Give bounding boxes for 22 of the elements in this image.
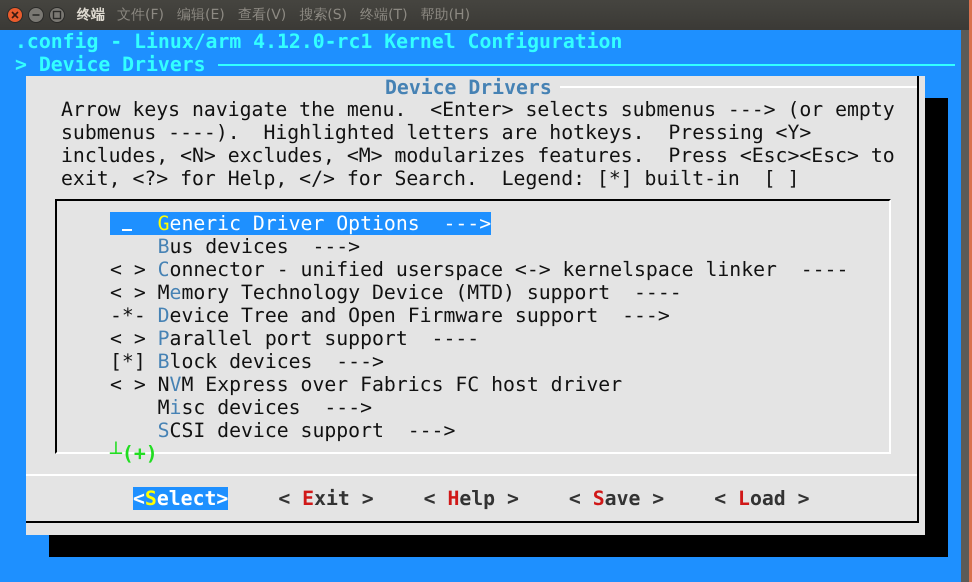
menu-option[interactable]: [*] Block devices ---> — [110, 350, 384, 373]
menu-option[interactable]: SCSI device support ---> — [110, 419, 456, 442]
breadcrumb: > Device Drivers — [15, 53, 206, 76]
minimize-icon[interactable] — [28, 7, 44, 23]
config-title: .config - Linux/arm 4.12.0-rc1 Kernel Configuration — [15, 30, 624, 53]
more-indicator: ┴(+) — [110, 442, 158, 465]
menu-option[interactable]: < > Parallel port support ---- — [110, 327, 480, 350]
menu-option[interactable]: Misc devices ---> — [110, 396, 372, 419]
help-text: Arrow keys navigate the menu. <Enter> selects submenus ---> (or empty submenus ----). Highlighted letters are hotkeys. Pressing <Y> includes, <N> excludes, <M> modularizes features. Press <Esc><Esc> to exit, <?> for Help, </> for Search. Legend: [*] built-in [ ] — [61, 98, 896, 190]
menu-option[interactable]: -*- Device Tree and Open Firmware support ---> — [110, 304, 670, 327]
maximize-icon[interactable] — [49, 7, 65, 23]
dialog-button[interactable]: < Save > — [568, 487, 664, 510]
window-title: 终端 — [77, 6, 105, 24]
menu-option[interactable]: < > Connector - unified userspace <-> kernelspace linker ---- — [110, 258, 848, 281]
menu-option[interactable]: < > NVM Express over Fabrics FC host driver — [110, 373, 622, 396]
dialog-button[interactable]: < Help > — [424, 487, 519, 510]
dialog-button[interactable]: < Exit > — [278, 487, 374, 510]
menu-option[interactable]: Bus devices ---> — [110, 235, 360, 258]
close-icon[interactable] — [7, 7, 23, 23]
menu-option[interactable]: < > Memory Technology Device (MTD) support ---- — [110, 281, 682, 304]
dialog-button[interactable]: < Load > — [714, 487, 810, 510]
dialog-title: Device Drivers — [385, 76, 553, 98]
